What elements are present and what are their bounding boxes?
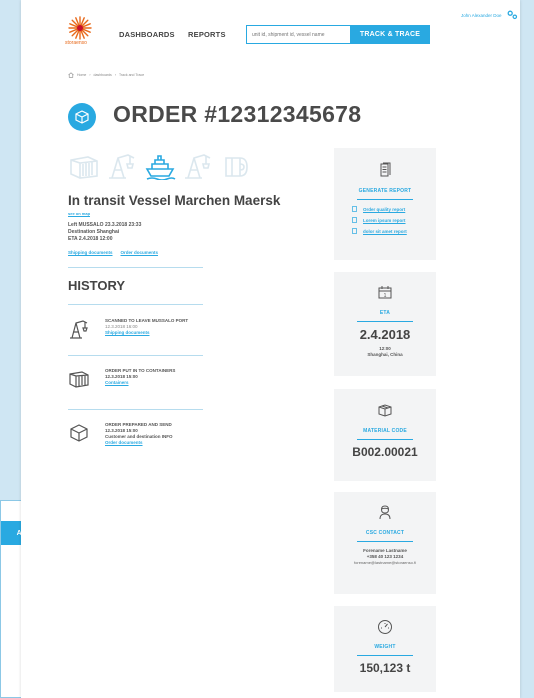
history-link[interactable]: Shipping documents bbox=[105, 330, 188, 336]
document-icon bbox=[380, 162, 391, 177]
crane-icon bbox=[70, 320, 88, 339]
card-divider bbox=[357, 541, 413, 542]
shipment-stages bbox=[68, 152, 252, 180]
paper-roll-icon bbox=[225, 157, 248, 177]
breadcrumb-track: Track and Trace bbox=[118, 73, 145, 77]
card-divider bbox=[357, 439, 413, 440]
card-label: MATERIAL CODE bbox=[363, 428, 407, 434]
main-window: storaenso DASHBOARDS REPORTS TRACK & TRA… bbox=[21, 0, 520, 698]
eta-text: ETA 2.4.2018 12:00 bbox=[68, 236, 113, 242]
card-label: WEIGHT bbox=[374, 644, 396, 650]
card-divider bbox=[357, 321, 413, 322]
order-icon bbox=[68, 103, 96, 131]
divider bbox=[68, 355, 203, 356]
eta-value: 2.4.2018 bbox=[359, 327, 411, 342]
calendar-icon: 1 bbox=[378, 286, 392, 299]
weight-value: 150,123 t bbox=[359, 661, 411, 675]
user-name[interactable]: John Alexander Doe bbox=[461, 13, 502, 18]
ship-icon bbox=[145, 155, 176, 180]
csc-contact-card: CSC CONTACT Forename Lastname +358 40 12… bbox=[334, 492, 436, 594]
order-documents-link[interactable]: Order documents bbox=[121, 250, 159, 255]
document-icon bbox=[352, 228, 357, 234]
material-code-value: B002.00021 bbox=[352, 445, 418, 459]
contact-email[interactable]: forename@lastname@storaenso.fi bbox=[334, 560, 436, 565]
container-icon bbox=[69, 371, 89, 388]
container-icon bbox=[70, 156, 98, 179]
crane-icon bbox=[185, 154, 211, 179]
search-input[interactable] bbox=[246, 25, 350, 44]
card-divider bbox=[357, 655, 413, 656]
eta-card: 1 ETA 2.4.2018 12:00 Shanghai, China bbox=[334, 272, 436, 376]
card-label: CSC CONTACT bbox=[365, 530, 405, 536]
report-link-item[interactable]: Lorem ipsum report bbox=[352, 217, 436, 223]
breadcrumb: Home › dashboards › Track and Trace bbox=[68, 72, 144, 78]
box-icon bbox=[75, 110, 89, 124]
gauge-icon bbox=[378, 620, 392, 634]
report-link-item[interactable]: Order quality report bbox=[352, 206, 436, 212]
track-trace-button[interactable]: TRACK & TRACE bbox=[350, 25, 430, 44]
history-link[interactable]: Containers bbox=[105, 380, 197, 386]
svg-text:1: 1 bbox=[384, 293, 387, 299]
header: storaenso DASHBOARDS REPORTS TRACK & TRA… bbox=[21, 0, 520, 62]
divider bbox=[68, 409, 203, 410]
see-on-map-link[interactable]: see on map bbox=[68, 211, 90, 216]
document-icon bbox=[352, 217, 357, 223]
status-title: In transit Vessel Marchen Maersk bbox=[68, 193, 281, 208]
gear-icon[interactable] bbox=[507, 10, 518, 20]
package-icon bbox=[378, 404, 392, 417]
card-divider bbox=[357, 199, 413, 200]
history-link[interactable]: Order documents bbox=[105, 440, 215, 446]
crane-icon bbox=[109, 154, 135, 179]
eta-place: Shanghai, China bbox=[367, 352, 403, 357]
home-icon[interactable] bbox=[68, 72, 74, 78]
box-icon bbox=[70, 424, 88, 442]
nav-dashboards[interactable]: DASHBOARDS bbox=[119, 30, 175, 39]
document-icon bbox=[352, 206, 357, 212]
card-label: ETA bbox=[379, 310, 391, 316]
document-links: Shipping documents Order documents bbox=[68, 250, 158, 255]
card-label: GENERATE REPORT bbox=[358, 188, 412, 194]
person-icon bbox=[379, 505, 391, 520]
material-code-card: MATERIAL CODE B002.00021 bbox=[334, 389, 436, 481]
destination: Destination Shanghai bbox=[68, 229, 120, 235]
shipment-details: Left MUSSALO 23.3.2018 23:33 Destination… bbox=[68, 222, 141, 243]
weight-card: WEIGHT 150,123 t bbox=[334, 606, 436, 692]
breadcrumb-dashboards[interactable]: dashboards bbox=[94, 73, 112, 77]
logo-text: storaenso bbox=[65, 40, 87, 46]
report-link-item[interactable]: dolor sit amet report bbox=[352, 228, 436, 234]
storaenso-logo-icon[interactable] bbox=[68, 16, 92, 40]
left-port: Left MUSSALO 23.3.2018 23:33 bbox=[68, 222, 142, 228]
nav-reports[interactable]: REPORTS bbox=[188, 30, 226, 39]
shipping-documents-link[interactable]: Shipping documents bbox=[68, 250, 113, 255]
divider bbox=[68, 304, 203, 305]
history-title: HISTORY bbox=[68, 278, 126, 293]
divider bbox=[68, 267, 203, 268]
page-title: ORDER #12312345678 bbox=[113, 101, 362, 127]
breadcrumb-home[interactable]: Home bbox=[77, 73, 86, 77]
generate-report-card: GENERATE REPORT Order quality report Lor… bbox=[334, 148, 436, 260]
